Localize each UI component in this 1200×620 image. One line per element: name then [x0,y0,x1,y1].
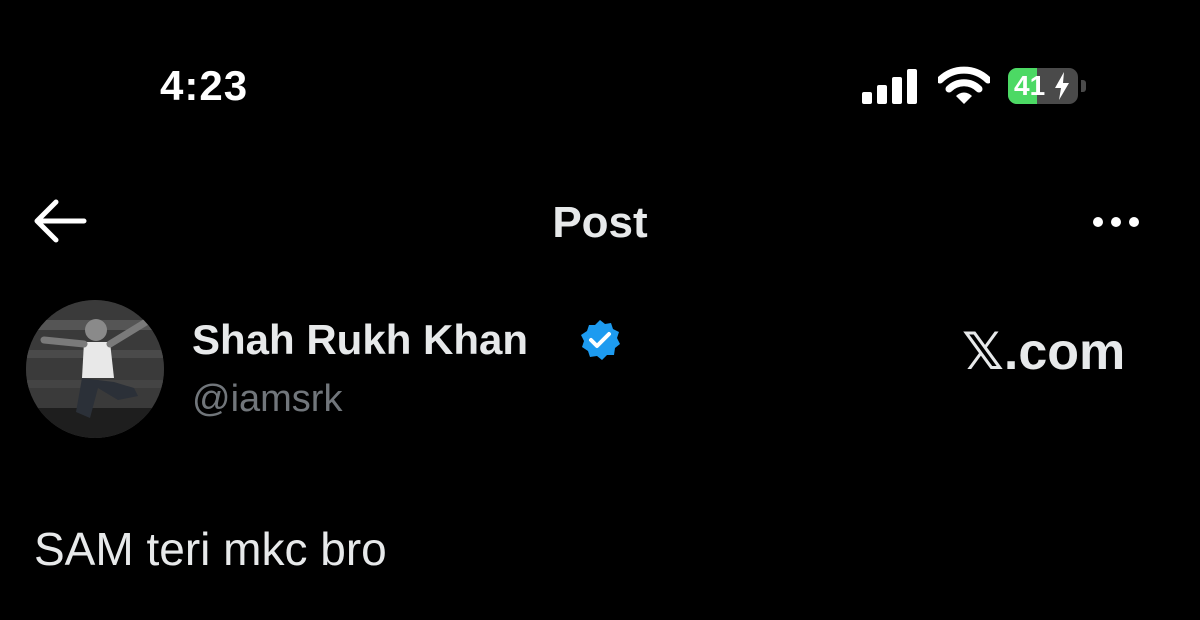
author-handle[interactable]: @iamsrk [192,378,342,421]
battery-level: 41 [1014,70,1046,101]
avatar-photo [26,300,164,438]
wifi-icon [938,66,990,104]
battery-cap [1081,80,1086,92]
post-nav-bar: Post [0,180,1200,260]
post-author: Shah Rukh Khan @iamsrk 𝕏.com [0,298,1200,448]
battery-body: 41 [1008,68,1078,104]
cellular-signal-icon [862,69,917,104]
battery-indicator: 41 [1008,68,1088,104]
charging-bolt-icon [1055,72,1069,100]
more-options-icon[interactable] [1080,202,1150,242]
status-bar: 4:23 41 [0,0,1200,140]
x-watermark: 𝕏.com [962,323,1126,381]
author-name[interactable]: Shah Rukh Khan [192,316,528,364]
status-time: 4:23 [160,62,249,109]
page-title: Post [552,198,648,247]
post-text: SAM teri mkc bro [34,523,387,575]
verified-badge-icon [581,320,620,360]
avatar[interactable] [26,300,164,438]
